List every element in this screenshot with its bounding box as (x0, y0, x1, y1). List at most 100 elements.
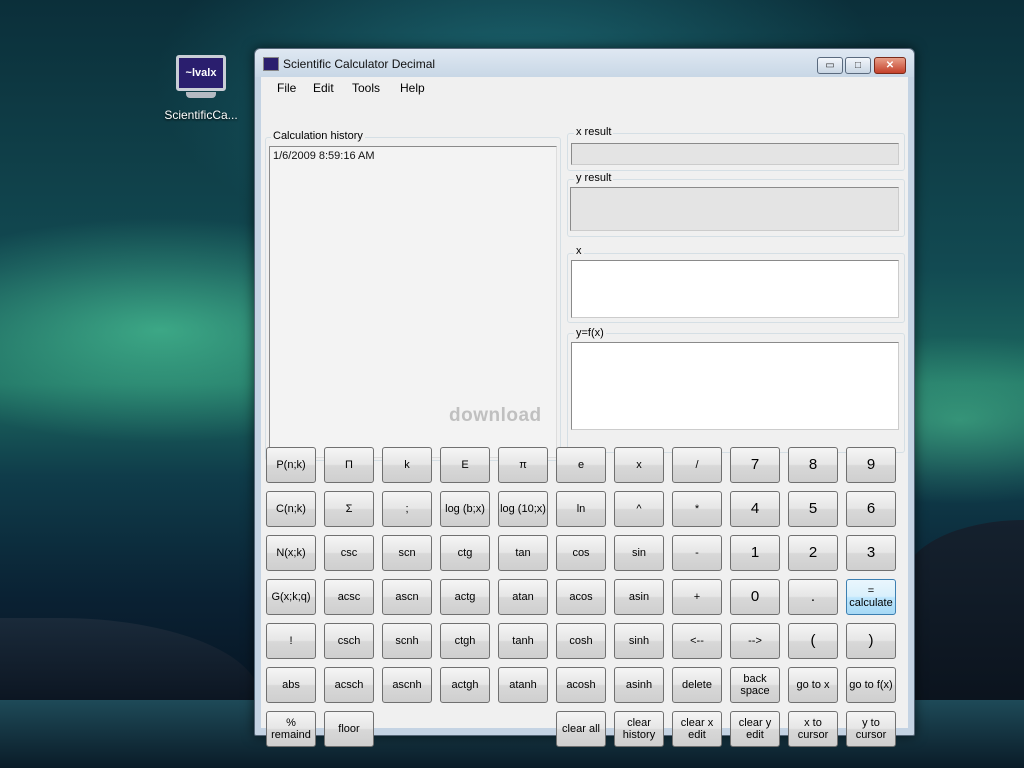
app-icon (263, 57, 279, 71)
key-abs-button[interactable]: abs (266, 667, 316, 703)
key-5-button[interactable]: 5 (788, 491, 838, 527)
key-csc-button[interactable]: csc (324, 535, 374, 571)
key-9-button[interactable]: 9 (846, 447, 896, 483)
key-p-n-k-button[interactable]: P(n;k) (266, 447, 316, 483)
key--button[interactable]: π (498, 447, 548, 483)
x-input[interactable] (571, 260, 899, 318)
key-c-n-k-button[interactable]: C(n;k) (266, 491, 316, 527)
key-sin-button[interactable]: sin (614, 535, 664, 571)
key--button[interactable]: * (672, 491, 722, 527)
key-ctgh-button[interactable]: ctgh (440, 623, 490, 659)
key-tanh-button[interactable]: tanh (498, 623, 548, 659)
key--button[interactable]: ) (846, 623, 896, 659)
key-acsc-button[interactable]: acsc (324, 579, 374, 615)
key--button[interactable]: --> (730, 623, 780, 659)
key-actg-button[interactable]: actg (440, 579, 490, 615)
key-delete-button[interactable]: delete (672, 667, 722, 703)
menu-help[interactable]: Help (400, 81, 425, 95)
menu-file[interactable]: File (277, 81, 296, 95)
app-logo-text: ~lvalx (185, 67, 217, 79)
key-3-button[interactable]: 3 (846, 535, 896, 571)
key-sinh-button[interactable]: sinh (614, 623, 664, 659)
key-x-to-cursor-button[interactable]: x to cursor (788, 711, 838, 747)
x-label: x (574, 245, 584, 257)
key-x-button[interactable]: x (614, 447, 664, 483)
key--button[interactable]: ( (788, 623, 838, 659)
key-ascn-button[interactable]: ascn (382, 579, 432, 615)
key-csch-button[interactable]: csch (324, 623, 374, 659)
key-scnh-button[interactable]: scnh (382, 623, 432, 659)
key-y-to-cursor-button[interactable]: y to cursor (846, 711, 896, 747)
key-clear-y-edit-button[interactable]: clear y edit (730, 711, 780, 747)
key-asin-button[interactable]: asin (614, 579, 664, 615)
y-label: y=f(x) (574, 327, 606, 339)
key-ln-button[interactable]: ln (556, 491, 606, 527)
key-2-button[interactable]: 2 (788, 535, 838, 571)
key--button[interactable]: / (672, 447, 722, 483)
window-client: File Edit Tools Help Calculation history… (261, 77, 908, 747)
key-7-button[interactable]: 7 (730, 447, 780, 483)
title-bar[interactable]: Scientific Calculator Decimal ▭ □ ✕ (255, 49, 914, 77)
desktop-shortcut[interactable]: ~lvalx ScientificCa... (160, 55, 242, 122)
key-calculate-button[interactable]: = calculate (846, 579, 896, 615)
key-4-button[interactable]: 4 (730, 491, 780, 527)
key-8-button[interactable]: 8 (788, 447, 838, 483)
history-entry[interactable]: 1/6/2009 8:59:16 AM (270, 147, 556, 165)
x-result-field (571, 143, 899, 165)
key-clear-all-button[interactable]: clear all (556, 711, 606, 747)
key-log-10-x-button[interactable]: log (10;x) (498, 491, 548, 527)
key--button[interactable]: Σ (324, 491, 374, 527)
calculator-window: Scientific Calculator Decimal ▭ □ ✕ File… (254, 48, 915, 747)
key-go-to-x-button[interactable]: go to x (788, 667, 838, 703)
key-remaind-button[interactable]: % remaind (266, 711, 316, 747)
key-go-to-f-x-button[interactable]: go to f(x) (846, 667, 896, 703)
close-button[interactable]: ✕ (874, 57, 906, 74)
key-k-button[interactable]: k (382, 447, 432, 483)
y-input[interactable] (571, 342, 899, 430)
key-clear-history-button[interactable]: clear history (614, 711, 664, 747)
key-g-x-k-q-button[interactable]: G(x;k;q) (266, 579, 316, 615)
key--button[interactable]: Π (324, 447, 374, 483)
key-e-button[interactable]: E (440, 447, 490, 483)
key-cosh-button[interactable]: cosh (556, 623, 606, 659)
key--button[interactable]: . (788, 579, 838, 615)
watermark-text: download (449, 405, 542, 426)
key-acos-button[interactable]: acos (556, 579, 606, 615)
key--button[interactable]: ^ (614, 491, 664, 527)
key-ctg-button[interactable]: ctg (440, 535, 490, 571)
y-result-field (570, 187, 899, 231)
menu-edit[interactable]: Edit (313, 81, 334, 95)
menu-tools[interactable]: Tools (352, 81, 380, 95)
key-back-space-button[interactable]: back space (730, 667, 780, 703)
key-e-button[interactable]: e (556, 447, 606, 483)
key--button[interactable]: ! (266, 623, 316, 659)
key-atan-button[interactable]: atan (498, 579, 548, 615)
minimize-button[interactable]: ▭ (817, 57, 843, 74)
key-floor-button[interactable]: floor (324, 711, 374, 747)
key-clear-x-edit-button[interactable]: clear x edit (672, 711, 722, 747)
key--button[interactable]: <-- (672, 623, 722, 659)
key-6-button[interactable]: 6 (846, 491, 896, 527)
calculator-app-icon: ~lvalx (176, 55, 226, 91)
key-n-x-k-button[interactable]: N(x;k) (266, 535, 316, 571)
key-acosh-button[interactable]: acosh (556, 667, 606, 703)
key--button[interactable]: ; (382, 491, 432, 527)
key-0-button[interactable]: 0 (730, 579, 780, 615)
key-actgh-button[interactable]: actgh (440, 667, 490, 703)
maximize-button[interactable]: □ (845, 57, 871, 74)
key-1-button[interactable]: 1 (730, 535, 780, 571)
window-title: Scientific Calculator Decimal (283, 57, 436, 71)
key--button[interactable]: + (672, 579, 722, 615)
key-tan-button[interactable]: tan (498, 535, 548, 571)
key-ascnh-button[interactable]: ascnh (382, 667, 432, 703)
key-log-b-x-button[interactable]: log (b;x) (440, 491, 490, 527)
key-asinh-button[interactable]: asinh (614, 667, 664, 703)
history-label: Calculation history (271, 130, 365, 142)
desktop-hill (0, 618, 260, 708)
key-acsch-button[interactable]: acsch (324, 667, 374, 703)
key--button[interactable]: - (672, 535, 722, 571)
key-scn-button[interactable]: scn (382, 535, 432, 571)
y-result-label: y result (574, 172, 614, 184)
key-atanh-button[interactable]: atanh (498, 667, 548, 703)
key-cos-button[interactable]: cos (556, 535, 606, 571)
